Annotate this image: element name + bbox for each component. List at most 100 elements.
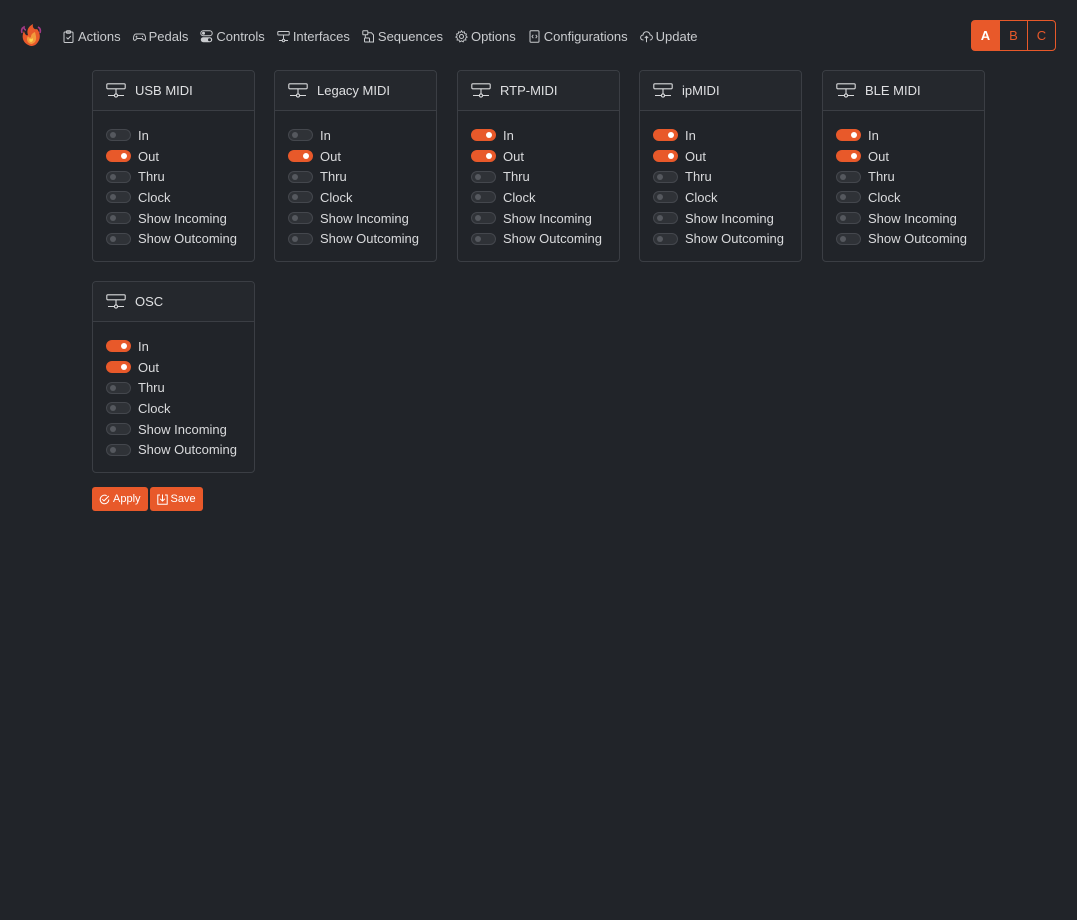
card-body: In Out Thru Clock Show Incoming Show Outcomin… [458, 111, 619, 249]
toggle-switch[interactable] [106, 423, 131, 436]
toggle-row[interactable]: In [471, 125, 619, 146]
logo-icon[interactable] [18, 22, 44, 48]
toggle-switch[interactable] [106, 340, 131, 353]
toggle-row[interactable]: Show Incoming [653, 208, 801, 229]
toggle-row[interactable]: Show Outcoming [836, 228, 984, 249]
toggle-switch[interactable] [106, 212, 131, 225]
toggle-switch[interactable] [106, 129, 131, 142]
toggle-row[interactable]: Thru [836, 166, 984, 187]
toggle-row[interactable]: Out [288, 146, 436, 167]
toggle-row[interactable]: Out [471, 146, 619, 167]
toggle-label: Show Outcoming [503, 231, 602, 247]
save-button[interactable]: Save [149, 487, 203, 511]
toggle-switch[interactable] [653, 212, 678, 225]
toggle-switch[interactable] [836, 232, 861, 245]
toggle-row[interactable]: Clock [836, 187, 984, 208]
toggle-switch[interactable] [471, 191, 496, 204]
toggle-switch[interactable] [106, 443, 131, 456]
toggle-label: Out [138, 359, 159, 375]
profile-b-button[interactable]: B [999, 20, 1028, 51]
toggle-row[interactable]: In [836, 125, 984, 146]
toggle-switch[interactable] [288, 212, 313, 225]
toggle-switch[interactable] [106, 381, 131, 394]
toggle-row[interactable]: Show Outcoming [288, 228, 436, 249]
toggle-row[interactable]: Out [106, 146, 254, 167]
toggle-row[interactable]: Out [653, 146, 801, 167]
toggle-switch[interactable] [836, 170, 861, 183]
toggle-row[interactable]: Show Incoming [471, 208, 619, 229]
profile-a-button[interactable]: A [971, 20, 1000, 51]
toggle-knob [292, 194, 298, 201]
toggle-switch[interactable] [288, 150, 313, 163]
toggle-switch[interactable] [471, 232, 496, 245]
interface-icon [288, 82, 308, 99]
nav-item-label: Actions [78, 28, 121, 44]
toggle-row[interactable]: Thru [106, 377, 254, 398]
toggle-switch[interactable] [653, 150, 678, 163]
nav-item-pedals[interactable]: Pedals [132, 28, 189, 44]
profile-c-button[interactable]: C [1027, 20, 1056, 51]
toggle-row[interactable]: Show Incoming [106, 419, 254, 440]
toggle-switch[interactable] [288, 170, 313, 183]
toggle-switch[interactable] [106, 232, 131, 245]
toggle-switch[interactable] [653, 170, 678, 183]
toggle-row[interactable]: In [106, 125, 254, 146]
toggle-switch[interactable] [106, 402, 131, 415]
toggle-switch[interactable] [106, 361, 131, 374]
nav-item-label: Pedals [148, 28, 189, 44]
toggle-row[interactable]: Clock [471, 187, 619, 208]
toggle-knob [475, 235, 481, 242]
toggle-label: Clock [138, 189, 171, 205]
toggle-switch[interactable] [288, 191, 313, 204]
toggle-label: Show Outcoming [685, 231, 784, 247]
toggle-row[interactable]: Clock [106, 398, 254, 419]
toggle-row[interactable]: Show Outcoming [106, 228, 254, 249]
toggle-row[interactable]: In [288, 125, 436, 146]
toggle-row[interactable]: Clock [653, 187, 801, 208]
toggle-row[interactable]: Show Incoming [836, 208, 984, 229]
toggle-switch[interactable] [653, 191, 678, 204]
nav-item-actions[interactable]: Actions [62, 29, 121, 44]
toggle-switch[interactable] [471, 170, 496, 183]
apply-button[interactable]: Apply [92, 487, 148, 511]
nav-item-options[interactable]: Options [455, 29, 516, 44]
toggle-row[interactable]: Out [836, 146, 984, 167]
nav-item-update[interactable]: Update [639, 29, 698, 44]
toggle-row[interactable]: Out [106, 357, 254, 378]
toggle-row[interactable]: Show Incoming [288, 208, 436, 229]
toggle-switch[interactable] [653, 232, 678, 245]
toggle-row[interactable]: In [106, 336, 254, 357]
toggle-row[interactable]: Show Outcoming [653, 228, 801, 249]
toggle-switch[interactable] [288, 129, 313, 142]
toggle-row[interactable]: Clock [106, 187, 254, 208]
nav-item-sequences[interactable]: Sequences [362, 29, 443, 44]
toggle-switch[interactable] [836, 129, 861, 142]
toggle-switch[interactable] [471, 212, 496, 225]
toggle-switch[interactable] [836, 150, 861, 163]
toggle-switch[interactable] [106, 170, 131, 183]
toggle-row[interactable]: Show Incoming [106, 208, 254, 229]
toggle-row[interactable]: Thru [653, 166, 801, 187]
toggle-row[interactable]: Thru [106, 166, 254, 187]
toggle-row[interactable]: Show Outcoming [106, 439, 254, 460]
toggle-switch[interactable] [288, 232, 313, 245]
toggle-switch[interactable] [106, 150, 131, 163]
toggle-row[interactable]: In [653, 125, 801, 146]
nav-item-configurations[interactable]: Configurations [528, 29, 628, 44]
toggle-row[interactable]: Thru [288, 166, 436, 187]
toggle-switch[interactable] [471, 129, 496, 142]
toggle-switch[interactable] [653, 129, 678, 142]
toggle-knob [657, 235, 663, 242]
toggle-label: Show Incoming [320, 210, 409, 226]
toggle-row[interactable]: Clock [288, 187, 436, 208]
toggle-row[interactable]: Thru [471, 166, 619, 187]
card-header: Legacy MIDI [275, 71, 436, 111]
nav-item-controls[interactable]: Controls [200, 29, 265, 44]
toggle-switch[interactable] [106, 191, 131, 204]
nav-item-interfaces[interactable]: Interfaces [277, 29, 350, 44]
toggle-switch[interactable] [836, 212, 861, 225]
toggle-switch[interactable] [836, 191, 861, 204]
interface-card: USB MIDI In Out Thru Clock Show Incoming Show … [92, 70, 255, 262]
toggle-switch[interactable] [471, 150, 496, 163]
toggle-row[interactable]: Show Outcoming [471, 228, 619, 249]
